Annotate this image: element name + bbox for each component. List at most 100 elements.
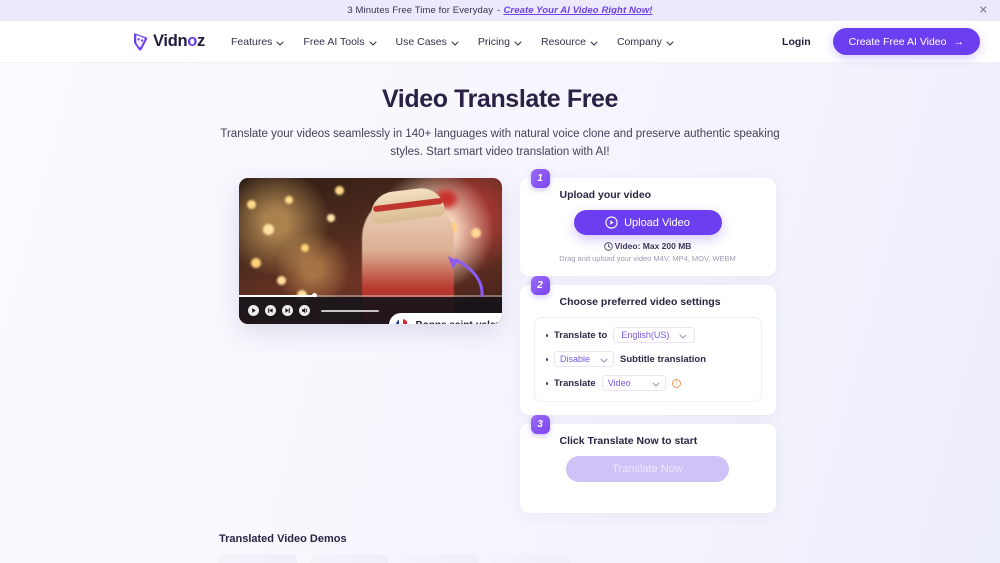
next-icon[interactable] xyxy=(281,305,293,317)
chevron-down-icon xyxy=(369,41,377,46)
page-title: Video Translate Free xyxy=(381,85,619,113)
arrow-right-icon: → xyxy=(953,35,965,48)
chevron-down-icon xyxy=(600,350,608,368)
login-link[interactable]: Login xyxy=(782,36,811,48)
play-icon[interactable] xyxy=(247,305,259,317)
bokeh-light xyxy=(326,214,335,223)
setting-row-translate-type: Translate Video ! xyxy=(545,374,750,392)
nav-item-features[interactable]: Features xyxy=(230,35,284,48)
cta-label: Create Free AI Video xyxy=(848,35,947,48)
translate-type-value: Video xyxy=(607,378,631,389)
target-language-select[interactable]: English(US) xyxy=(613,326,696,344)
bokeh-light xyxy=(300,244,309,253)
banner-text: 3 Minutes Free Time for Everyday xyxy=(347,5,494,16)
logo-text-part2: z xyxy=(197,32,205,50)
demo-thumbnail[interactable]: 00:09 xyxy=(310,554,388,563)
chevron-down-icon xyxy=(652,374,660,392)
steps-panel: 1 Upload your video Upload Video Video: … xyxy=(519,169,776,514)
volume-icon[interactable] xyxy=(298,305,310,317)
step-3-badge: 3 xyxy=(530,415,550,435)
subtitle-preview-chip: Bonne saint-valentin. xyxy=(388,313,502,325)
step-2-badge: 2 xyxy=(530,276,550,296)
chevron-down-icon xyxy=(514,41,522,46)
translate-type-select[interactable]: Video xyxy=(601,374,666,392)
demo-thumbnail[interactable]: 00:09 xyxy=(401,554,479,563)
subtitle-translation-value: Disable xyxy=(560,354,591,365)
setting-row-translate-to: Translate to English(US) xyxy=(545,326,750,344)
upload-video-button[interactable]: Upload Video xyxy=(573,210,722,236)
translated-video-demos-section: Translated Video Demos 00:10 Original En… xyxy=(0,533,1000,563)
vidnoz-logo[interactable]: Vidnoz xyxy=(132,32,205,51)
bullet-icon xyxy=(545,382,548,385)
bokeh-light xyxy=(334,186,344,196)
step-2-card: 2 Choose preferred video settings Transl… xyxy=(519,276,776,416)
nav-item-company[interactable]: Company xyxy=(616,35,674,48)
logo-text-o: o xyxy=(187,32,198,50)
nav-item-label: Free AI Tools xyxy=(303,35,365,48)
close-icon[interactable]: ✕ xyxy=(979,5,988,16)
bokeh-light xyxy=(276,276,286,286)
nav-item-label: Company xyxy=(616,35,662,48)
chevron-down-icon xyxy=(679,326,687,344)
subtitle-text: Bonne saint-valentin. xyxy=(416,320,502,325)
bullet-icon xyxy=(545,358,548,361)
video-progress-track[interactable] xyxy=(320,309,379,312)
logo-text: Vidnoz xyxy=(153,32,205,51)
play-circle-icon xyxy=(605,216,618,229)
step-3-title: Click Translate Now to start xyxy=(559,435,698,448)
banner-cta-link[interactable]: Create Your AI Video Right Now! xyxy=(503,5,652,16)
clock-icon xyxy=(603,242,613,251)
demo-thumbnail[interactable]: 00:09 xyxy=(492,554,570,563)
demo-thumbnail[interactable]: 00:10 xyxy=(219,554,297,563)
nav-actions: Login Create Free AI Video → xyxy=(782,28,980,55)
announcement-banner: 3 Minutes Free Time for Everyday - Creat… xyxy=(0,0,1000,21)
demos-list: 00:10 Original English Video 2024/01/11 … xyxy=(219,554,1000,563)
page-subtitle: Translate your videos seamlessly in 140+… xyxy=(220,128,780,159)
chevron-down-icon xyxy=(666,41,674,46)
nav-item-label: Features xyxy=(230,35,273,48)
demo-item[interactable]: 00:09 Translated to French 2024/01/11 12… xyxy=(310,554,401,563)
create-free-ai-video-button[interactable]: Create Free AI Video → xyxy=(832,28,980,55)
france-flag-icon xyxy=(394,318,409,325)
step-1-title: Upload your video xyxy=(559,189,652,202)
logo-text-part1: Vidn xyxy=(153,32,188,50)
nav-item-resource[interactable]: Resource xyxy=(540,35,598,48)
nav-item-free-ai-tools[interactable]: Free AI Tools xyxy=(303,35,377,48)
nav-item-label: Resource xyxy=(540,35,586,48)
video-settings-box: Translate to English(US) Disable Subtitl… xyxy=(533,317,762,403)
previous-icon[interactable] xyxy=(264,305,276,317)
bokeh-light xyxy=(470,228,481,239)
main-navbar: Vidnoz Features Free AI Tools Use Cases … xyxy=(0,21,1000,63)
chevron-down-icon xyxy=(451,41,459,46)
info-icon[interactable]: ! xyxy=(671,378,681,388)
logo-mark-icon xyxy=(132,32,149,51)
demo-item[interactable]: 00:10 Original English Video 2024/01/11 … xyxy=(219,554,310,563)
bokeh-light xyxy=(250,258,261,269)
step-3-card: 3 Click Translate Now to start Translate… xyxy=(519,415,776,514)
upload-note-text: Video: Max 200 MB xyxy=(614,241,692,252)
chevron-down-icon xyxy=(276,41,284,46)
hero-section: Video Translate Free Translate your vide… xyxy=(0,63,1000,161)
nav-item-pricing[interactable]: Pricing xyxy=(477,35,522,48)
bokeh-light xyxy=(284,196,293,205)
video-preview[interactable]: Bonne saint-valentin. xyxy=(238,178,502,325)
bokeh-light xyxy=(262,224,274,236)
bokeh-light xyxy=(246,200,256,210)
translate-now-button[interactable]: Translate Now xyxy=(566,456,729,483)
nav-item-use-cases[interactable]: Use Cases xyxy=(395,35,459,48)
demo-item[interactable]: 00:09 Translated to Spain 2024/01/11 12:… xyxy=(492,554,583,563)
target-language-value: English(US) xyxy=(621,330,670,341)
bullet-icon xyxy=(545,334,548,337)
nav-item-label: Use Cases xyxy=(395,35,447,48)
subtitle-translation-select[interactable]: Disable xyxy=(554,350,614,368)
step-2-title: Choose preferred video settings xyxy=(559,296,721,309)
nav-links: Features Free AI Tools Use Cases Pricing… xyxy=(230,35,674,48)
main-content: Bonne saint-valentin. 1 Upload your vide… xyxy=(0,169,1000,514)
upload-formats-note: Drag and upload your video M4V, MP4, MOV… xyxy=(559,254,736,264)
nav-item-label: Pricing xyxy=(477,35,510,48)
chevron-down-icon xyxy=(590,41,598,46)
demo-item[interactable]: 00:09 Translated to German 2024/01/11 12… xyxy=(401,554,492,563)
demos-heading: Translated Video Demos xyxy=(219,533,347,546)
step-1-card: 1 Upload your video Upload Video Video: … xyxy=(519,169,776,277)
subtitle-translation-label: Subtitle translation xyxy=(620,353,707,365)
